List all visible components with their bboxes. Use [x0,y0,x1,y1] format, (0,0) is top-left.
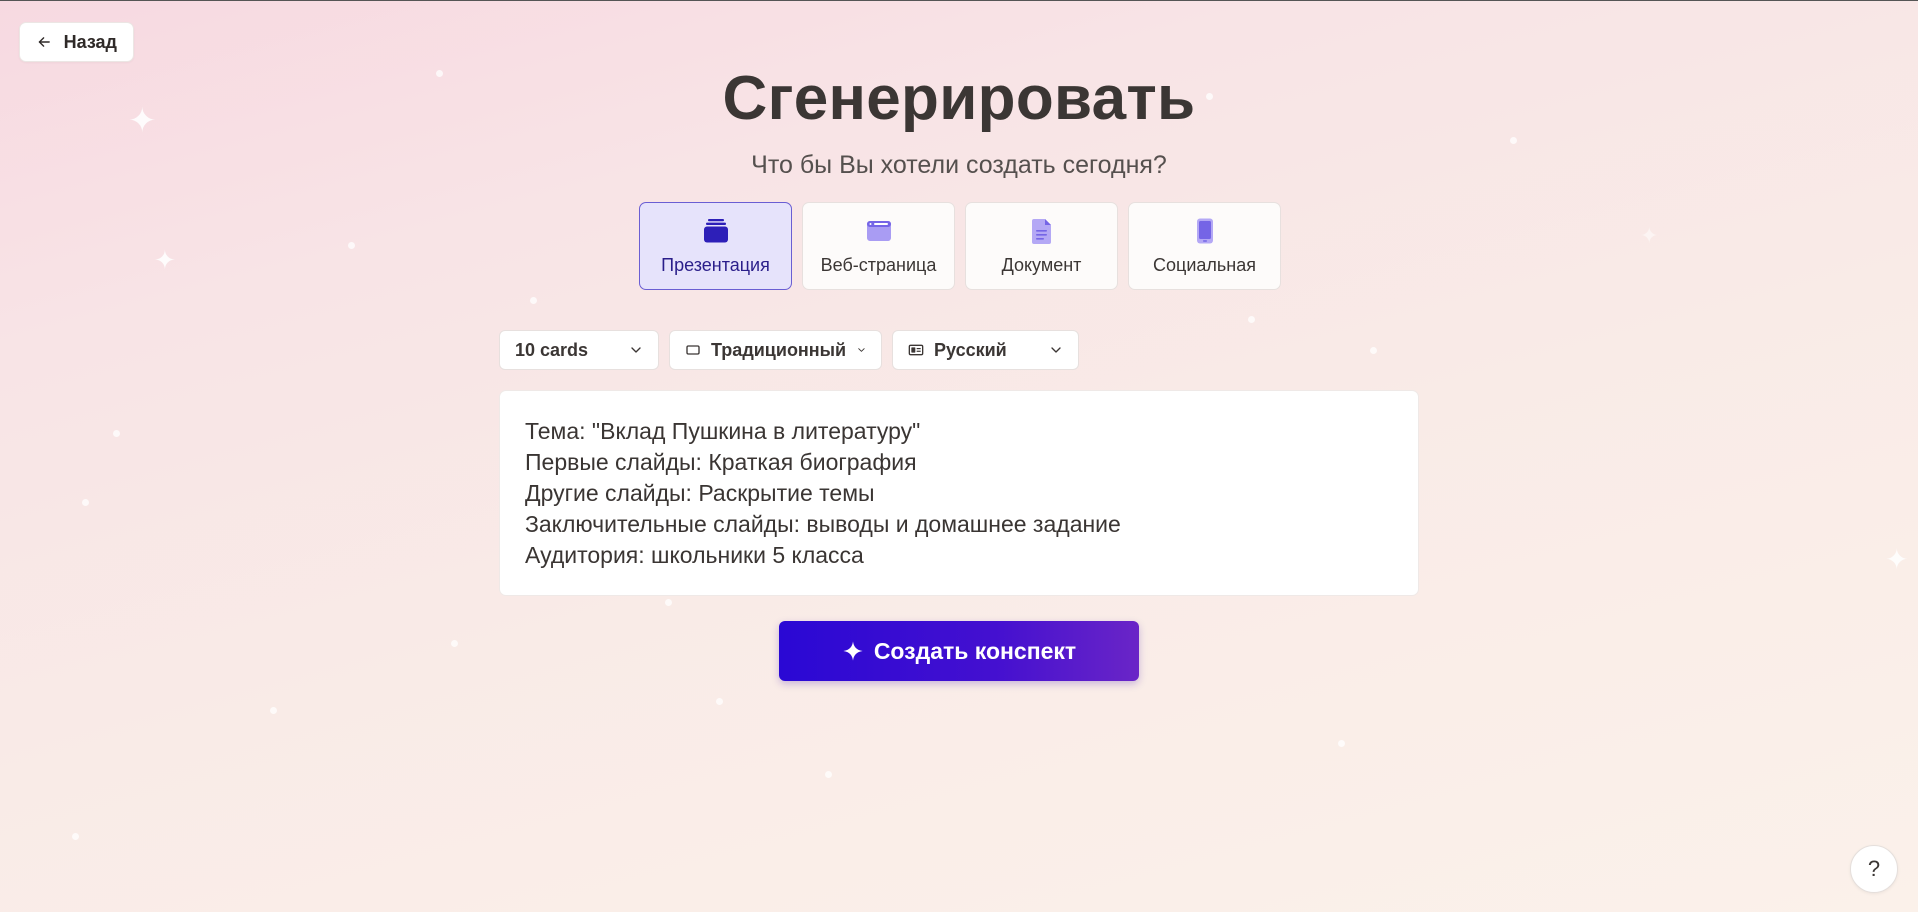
type-card-webpage[interactable]: Веб-страница [802,202,955,290]
rectangle-icon [686,345,700,355]
dot-decoration [348,242,355,249]
dot-decoration [1338,740,1345,747]
generation-options: 10 cards Традиционный Русский [499,330,1079,370]
prompt-line: Первые слайды: Краткая биография [525,449,917,475]
page-subtitle: Что бы Вы хотели создать сегодня? [751,151,1167,179]
prompt-line: Другие слайды: Раскрытие темы [525,480,875,506]
type-card-document[interactable]: Документ [965,202,1118,290]
dot-decoration [716,698,723,705]
help-button[interactable]: ? [1850,845,1898,893]
type-card-label: Веб-страница [820,254,937,275]
dot-decoration [665,599,672,606]
page-title: Сгенерировать [722,64,1196,133]
arrow-left-icon [38,37,50,47]
type-card-label: Презентация [661,254,770,275]
sparkle-decoration: ✦ [154,245,176,275]
back-button[interactable]: Назад [19,22,134,62]
dot-decoration [1370,347,1377,354]
dot-decoration [1510,137,1517,144]
chevron-down-icon [1051,347,1061,353]
chevron-down-icon [858,348,865,352]
prompt-line: Аудитория: школьники 5 класса [525,542,864,568]
cards-count-select[interactable]: 10 cards [499,330,659,370]
cards-count-value: 10 cards [515,339,589,360]
dot-decoration [1248,316,1255,323]
dot-decoration [530,297,537,304]
social-phone-icon [1196,218,1213,243]
language-icon [908,344,924,356]
dot-decoration [451,640,458,647]
help-label: ? [1867,856,1881,881]
prompt-textarea[interactable]: Тема: "Вклад Пушкина в литературу" Первы… [499,390,1419,596]
dot-decoration [825,771,832,778]
sparkle-decoration: ✦ [1885,544,1909,575]
type-card-social[interactable]: Социальная [1128,202,1281,290]
language-select[interactable]: Русский [892,330,1079,370]
document-icon [1031,218,1051,244]
sparkle-icon [843,641,863,661]
create-outline-button[interactable]: Создать конспект [779,621,1139,681]
type-card-presentation[interactable]: Презентация [639,202,792,290]
language-value: Русский [934,339,1007,360]
dot-decoration [113,430,120,437]
style-select[interactable]: Традиционный [669,330,882,370]
dot-decoration [270,707,277,714]
webpage-icon [866,220,891,241]
type-card-label: Социальная [1153,254,1256,275]
sparkle-decoration: ✦ [1640,223,1659,248]
create-outline-label: Создать конспект [873,637,1077,664]
presentation-icon [703,218,728,242]
chevron-down-icon [631,347,641,353]
type-card-label: Документ [1001,254,1082,275]
content-type-selector: Презентация Веб-страница Документ Социал… [639,202,1281,290]
dot-decoration [82,499,89,506]
prompt-line: Заключительные слайды: выводы и домашнее… [525,511,1121,537]
prompt-line: Тема: "Вклад Пушкина в литературу" [525,418,921,444]
dot-decoration [72,833,79,840]
style-value: Традиционный [711,339,847,360]
back-button-label: Назад [63,31,117,52]
